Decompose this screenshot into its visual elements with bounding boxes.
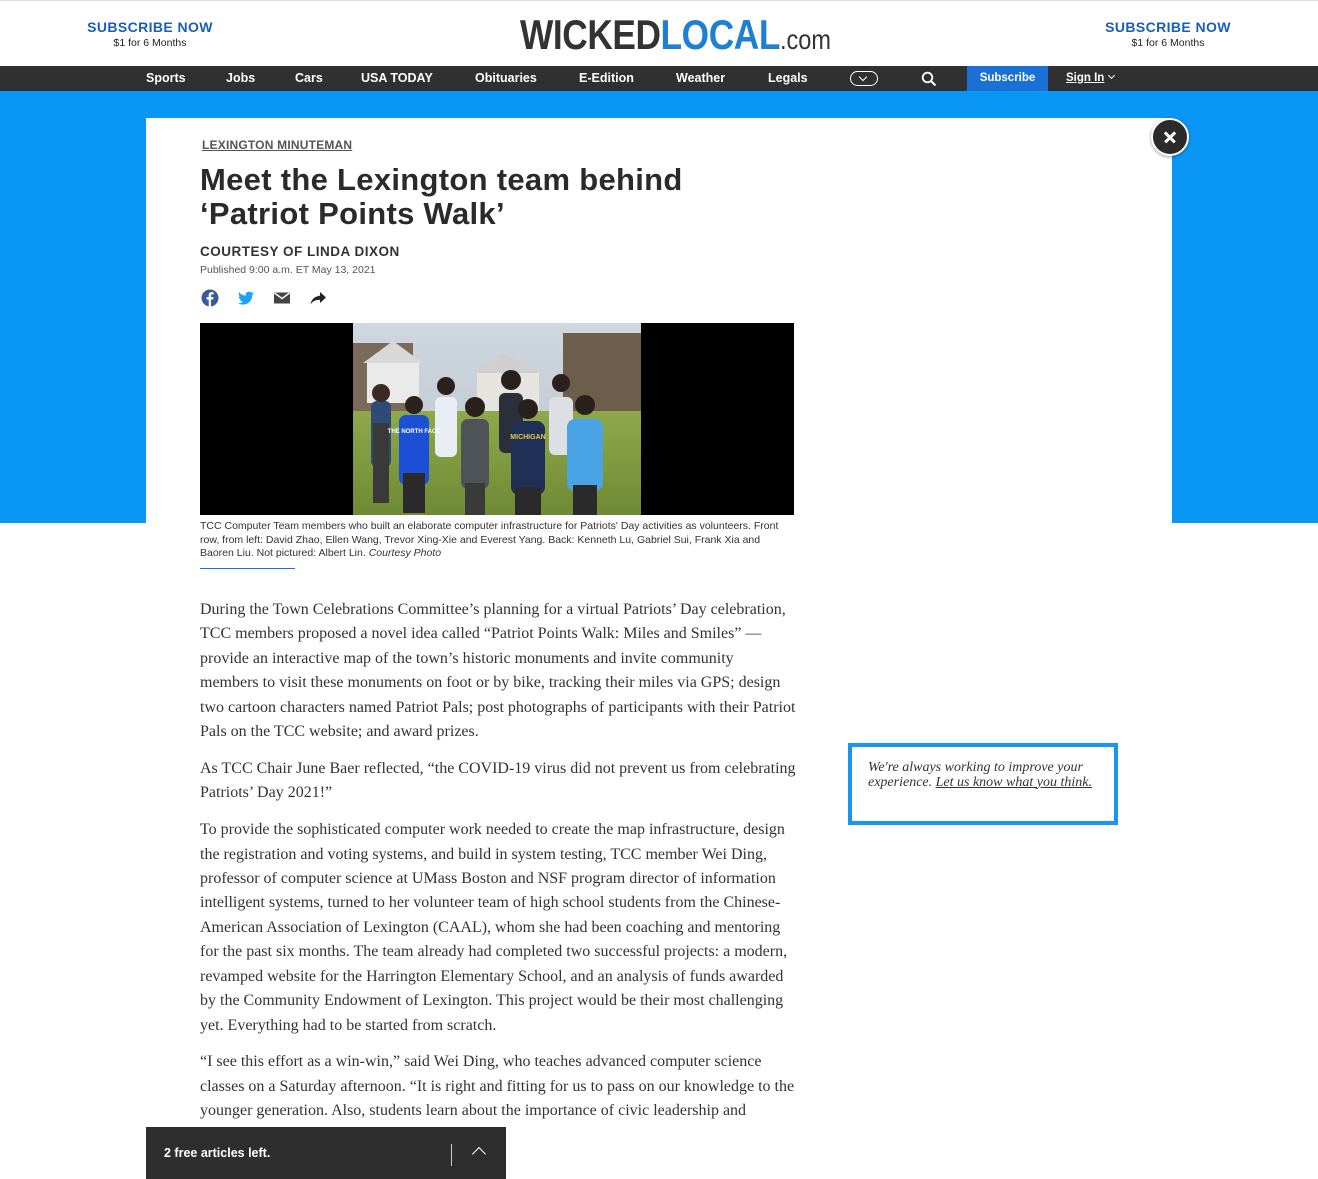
page-title: Meet the Lexington team behind ‘Patriot … <box>200 163 800 231</box>
caption-divider <box>200 568 295 569</box>
chevron-up-icon[interactable] <box>471 1146 487 1162</box>
main-nav: Sports Jobs Cars USA TODAY Obituaries E-… <box>0 66 1318 91</box>
logo-local: LOCAL <box>660 11 781 58</box>
facebook-icon[interactable] <box>201 289 219 307</box>
article-photo[interactable]: THE NORTH FACE MICHIGAN <box>200 323 794 515</box>
sign-in-label: Sign In <box>1066 72 1105 84</box>
nav-item-cars[interactable]: Cars <box>295 66 323 91</box>
subscribe-title: SUBSCRIBE NOW <box>1105 19 1231 35</box>
subscribe-title: SUBSCRIBE NOW <box>87 19 213 35</box>
paragraph: During the Town Celebrations Committee’s… <box>200 601 796 741</box>
paragraph: To provide the sophisticated computer wo… <box>200 821 788 1034</box>
north-face-shirt-text: THE NORTH FACE <box>388 429 441 435</box>
subscribe-button[interactable]: Subscribe <box>967 66 1048 91</box>
nav-item-weather[interactable]: Weather <box>676 66 725 91</box>
nav-item-legals[interactable]: Legals <box>768 66 808 91</box>
photo-caption: TCC Computer Team members who built an e… <box>200 520 794 561</box>
sign-in-button[interactable]: Sign In <box>1066 66 1116 91</box>
site-logo[interactable]: WICKED LOCAL .com <box>520 11 831 58</box>
subscribe-now-left[interactable]: SUBSCRIBE NOW $1 for 6 Months <box>86 19 214 49</box>
nav-item-e-edition[interactable]: E-Edition <box>579 66 634 91</box>
article-body: During the Town Celebrations Committee’s… <box>200 598 796 1136</box>
nav-item-sports[interactable]: Sports <box>146 66 186 91</box>
paragraph: As TCC Chair June Baer reflected, “the C… <box>200 759 796 802</box>
headline-line-2: ‘Patriot Points Walk’ <box>200 196 505 231</box>
more-menu-chevron-icon[interactable] <box>850 71 878 86</box>
section-label[interactable]: LEXINGTON MINUTEMAN <box>202 138 352 152</box>
feedback-link[interactable]: Let us know what you think. <box>936 775 1092 790</box>
chevron-down-icon <box>1108 71 1116 80</box>
nav-item-jobs[interactable]: Jobs <box>226 66 255 91</box>
nav-item-usa-today[interactable]: USA TODAY <box>361 66 433 91</box>
feedback-box: We're always working to improve your exp… <box>848 743 1118 825</box>
group-photo-image: THE NORTH FACE MICHIGAN <box>353 323 641 515</box>
headline-line-1: Meet the Lexington team behind <box>200 162 683 197</box>
caption-credit: Courtesy Photo <box>368 547 442 559</box>
logo-wicked: WICKED <box>520 11 661 58</box>
subscribe-now-right[interactable]: SUBSCRIBE NOW $1 for 6 Months <box>1104 19 1232 49</box>
search-icon[interactable] <box>921 71 937 87</box>
published-date: Published 9:00 a.m. ET May 13, 2021 <box>200 264 376 276</box>
subscribe-offer: $1 for 6 Months <box>113 37 187 49</box>
share-arrow-icon[interactable] <box>309 289 327 307</box>
logo-dotcom: .com <box>779 24 831 55</box>
close-icon[interactable] <box>1151 118 1189 156</box>
meter-divider <box>451 1144 452 1166</box>
michigan-shirt-text: MICHIGAN <box>510 434 545 441</box>
byline: COURTESY OF LINDA DIXON <box>200 244 400 259</box>
paragraph: “I see this effort as a win-win,” said W… <box>200 1053 795 1120</box>
nav-item-obituaries[interactable]: Obituaries <box>475 66 537 91</box>
caption-text: TCC Computer Team members who built an e… <box>200 520 779 559</box>
site-header: SUBSCRIBE NOW $1 for 6 Months WICKED LOCA… <box>0 0 1318 66</box>
article-meter-bar: 2 free articles left. <box>146 1127 506 1179</box>
twitter-icon[interactable] <box>237 289 255 307</box>
subscribe-offer: $1 for 6 Months <box>1131 37 1205 49</box>
free-articles-remaining: 2 free articles left. <box>164 1146 271 1160</box>
email-icon[interactable] <box>273 289 291 307</box>
